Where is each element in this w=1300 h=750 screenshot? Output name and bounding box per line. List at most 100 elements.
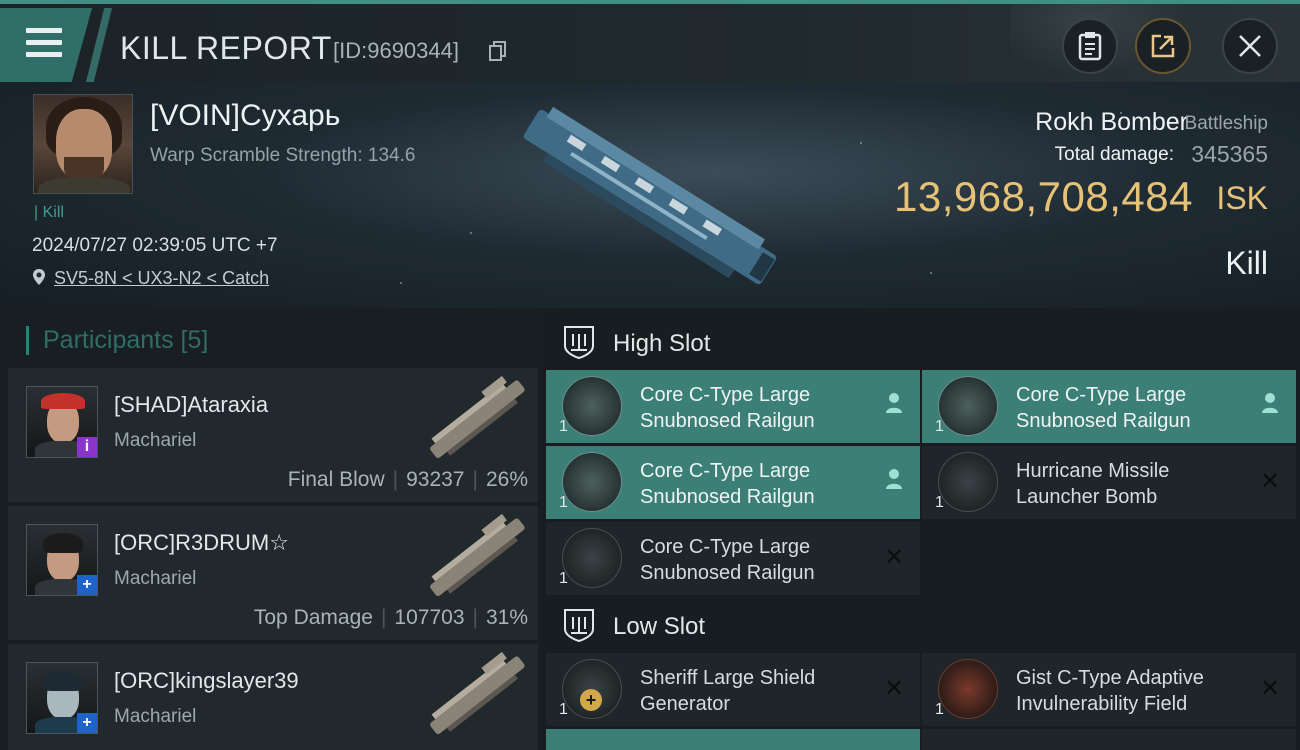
low-slot-title: Low Slot: [613, 613, 706, 640]
module-quantity: 1: [559, 570, 568, 587]
fitting-panel: High Slot 1 Core C-Type Large Snubnosed …: [542, 308, 1300, 750]
plus-badge-icon: +: [77, 575, 97, 595]
share-icon: [1151, 34, 1175, 58]
low-slot-icon: [564, 609, 594, 643]
participant-card[interactable]: i [SHAD]Ataraxia Machariel Final Blow | 93…: [8, 368, 538, 502]
railgun-icon: [562, 376, 622, 436]
victim-name[interactable]: [VOIN]Сухарь: [150, 99, 340, 133]
railgun-icon: [938, 376, 998, 436]
module-name: Core C-Type Large Snubnosed Railgun: [640, 536, 815, 584]
clipboard-button[interactable]: [1062, 18, 1118, 74]
module-item[interactable]: 1 Core C-Type Large Snubnosed Railgun: [922, 370, 1296, 443]
participant-ship: Machariel: [114, 430, 197, 451]
header-accent: [86, 8, 112, 82]
share-button[interactable]: [1135, 18, 1191, 74]
module-item[interactable]: 1 Core C-Type Large Snubnosed Railgun: [546, 446, 920, 519]
participant-damage: 107703: [394, 606, 465, 629]
dropped-person-icon: [882, 392, 906, 420]
location-pin-icon: [33, 269, 45, 285]
high-slot-icon: [564, 326, 594, 360]
module-quantity: 1: [935, 701, 944, 718]
info-badge-icon: i: [77, 437, 97, 457]
total-damage-value: 345365: [1191, 141, 1268, 167]
victim-ship-class: Battleship: [1184, 113, 1268, 134]
dropped-person-icon: [882, 468, 906, 496]
high-slot-header: High Slot: [542, 310, 1300, 370]
destroyed-x-icon: ✕: [883, 544, 905, 571]
module-quantity: 1: [559, 494, 568, 511]
participant-percent: 26%: [485, 468, 528, 491]
kill-tag: | Kill: [34, 204, 64, 221]
kill-datetime: 2024/07/27 02:39:05 UTC +7: [32, 235, 278, 256]
avatar[interactable]: i: [26, 386, 98, 458]
railgun-icon: [562, 528, 622, 588]
participant-stats: Final Blow | 93237 | 26%: [287, 468, 528, 491]
isk-value: 13,968,708,484: [894, 173, 1193, 220]
participant-stats: Top Damage | 107703 | 31%: [253, 606, 528, 629]
victim-avatar[interactable]: [33, 94, 133, 194]
module-name: Sheriff Large Shield Generator: [640, 667, 816, 715]
copy-icon[interactable]: [489, 41, 507, 61]
destroyed-x-icon: ✕: [1259, 468, 1281, 495]
participant-card[interactable]: + [ORC]kingslayer39 Machariel: [8, 644, 538, 750]
module-name: Core C-Type Large Snubnosed Railgun: [640, 460, 815, 508]
victim-ship-image: [523, 106, 777, 285]
high-slot-title: High Slot: [613, 330, 711, 357]
participant-ship: Machariel: [114, 706, 197, 727]
page-title: KILL REPORT: [120, 30, 332, 66]
participant-name: [ORC]R3DRUM☆: [114, 530, 289, 555]
module-item[interactable]: 1 Core C-Type Large Snubnosed Railgun ✕: [546, 522, 920, 595]
module-item[interactable]: + 1 Sheriff Large Shield Generator ✕: [546, 653, 920, 726]
participant-ship-image: [430, 375, 525, 458]
module-item[interactable]: 1 Gist C-Type Adaptive Invulnerability F…: [922, 653, 1296, 726]
menu-button[interactable]: [0, 8, 92, 82]
participant-ship-image: [430, 513, 525, 596]
participant-damage: 93237: [406, 468, 465, 491]
module-item-partial[interactable]: [546, 729, 920, 750]
avatar[interactable]: +: [26, 662, 98, 734]
module-item[interactable]: 1 Hurricane Missile Launcher Bomb ✕: [922, 446, 1296, 519]
module-quantity: 1: [935, 418, 944, 435]
avatar[interactable]: +: [26, 524, 98, 596]
warp-scramble-strength: Warp Scramble Strength: 134.6: [150, 145, 416, 166]
invulnerability-field-icon: [938, 659, 998, 719]
close-button[interactable]: [1222, 18, 1278, 74]
module-quantity: 1: [935, 494, 944, 511]
participant-ship: Machariel: [114, 568, 197, 589]
participant-role: Final Blow: [287, 468, 385, 491]
report-id: [ID:9690344]: [333, 38, 459, 63]
isk-unit: ISK: [1216, 180, 1268, 216]
participants-panel: Participants [5] i [SHAD]Ataraxia Machar…: [0, 308, 542, 750]
module-name: Gist C-Type Adaptive Invulnerability Fie…: [1016, 667, 1204, 715]
destroyed-x-icon: ✕: [1259, 675, 1281, 702]
module-name: Hurricane Missile Launcher Bomb: [1016, 460, 1170, 508]
participant-role: Top Damage: [253, 606, 373, 629]
add-icon: +: [580, 689, 602, 711]
participant-name: [SHAD]Ataraxia: [114, 392, 269, 417]
close-icon: [1239, 35, 1261, 57]
location-link[interactable]: SV5-8N < UX3-N2 < Catch: [54, 268, 269, 289]
participant-name: [ORC]kingslayer39: [114, 668, 299, 693]
result-label: Kill: [1225, 245, 1268, 281]
low-slot-header: Low Slot: [542, 593, 1300, 653]
top-bar: KILL REPORT [ID:9690344]: [0, 0, 1300, 86]
missile-launcher-icon: [938, 452, 998, 512]
kill-summary: [VOIN]Сухарь Warp Scramble Strength: 134…: [0, 82, 1300, 308]
module-quantity: 1: [559, 418, 568, 435]
menu-icon: [26, 28, 62, 33]
total-damage-label: Total damage:: [1054, 144, 1174, 165]
dropped-person-icon: [1258, 392, 1282, 420]
destroyed-x-icon: ✕: [883, 675, 905, 702]
participant-ship-image: [430, 651, 525, 734]
plus-badge-icon: +: [77, 713, 97, 733]
module-item[interactable]: 1 Core C-Type Large Snubnosed Railgun: [546, 370, 920, 443]
clipboard-icon: [1078, 32, 1102, 61]
module-item-partial[interactable]: [922, 729, 1296, 750]
module-name: Core C-Type Large Snubnosed Railgun: [1016, 384, 1191, 432]
module-quantity: 1: [559, 701, 568, 718]
victim-ship-name[interactable]: Rokh Bomber: [1035, 108, 1188, 137]
participant-card[interactable]: + [ORC]R3DRUM☆ Machariel Top Damage | 1077…: [8, 506, 538, 640]
module-name: Core C-Type Large Snubnosed Railgun: [640, 384, 815, 432]
railgun-icon: [562, 452, 622, 512]
participant-percent: 31%: [485, 606, 528, 629]
